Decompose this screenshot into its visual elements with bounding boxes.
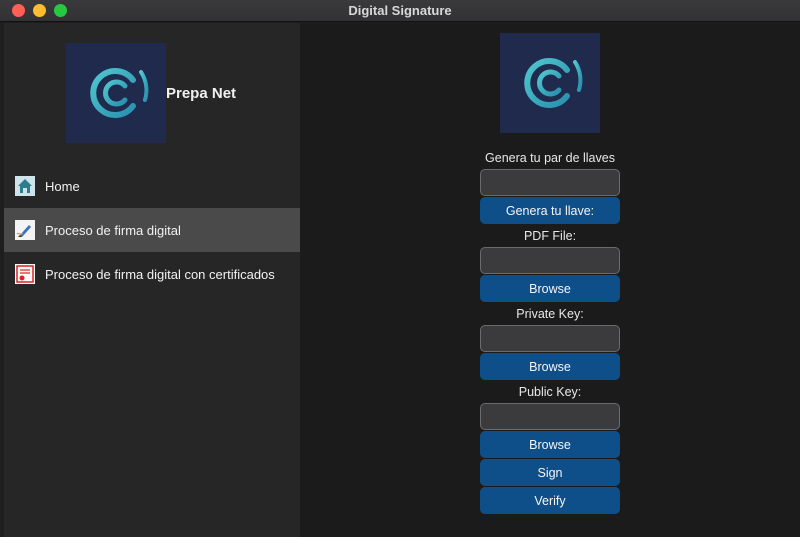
sidebar-item-firma-certificados[interactable]: Proceso de firma digital con certificado… [4,252,300,296]
private-key-input[interactable] [480,325,620,352]
generate-key-button[interactable]: Genera tu llave: [480,197,620,224]
keypair-label: Genera tu par de llaves [485,151,615,165]
brand: Prepa Net [66,43,236,143]
title-bar: Digital Signature [0,0,800,22]
pdf-file-label: PDF File: [523,229,577,243]
c-ring-logo-icon [90,68,149,118]
home-icon [15,176,35,196]
sign-button[interactable]: Sign [480,459,620,486]
private-key-label: Private Key: [516,307,584,321]
private-key-browse-button[interactable]: Browse [480,353,620,380]
sidebar-item-label: Home [45,178,80,194]
public-key-browse-button[interactable]: Browse [480,431,620,458]
window-title: Digital Signature [348,3,452,18]
main-panel: Genera tu par de llaves Genera tu llave:… [300,23,800,537]
sidebar-item-firma-digital[interactable]: Proceso de firma digital [4,208,300,252]
public-key-input[interactable] [480,403,620,430]
sidebar-item-home[interactable]: Home [4,164,300,208]
pen-sign-icon [15,220,35,240]
brand-logo [66,43,166,143]
pdf-browse-button[interactable]: Browse [480,275,620,302]
window-controls [12,4,67,17]
sidebar-item-label: Proceso de firma digital con certificado… [45,266,275,282]
signature-form: Genera tu par de llaves Genera tu llave:… [480,147,620,514]
c-ring-logo-icon [524,58,583,108]
pdf-file-input[interactable] [480,247,620,274]
certificate-icon [15,264,35,284]
main-logo [500,33,600,133]
keypair-input[interactable] [480,169,620,196]
verify-button[interactable]: Verify [480,487,620,514]
close-window-button[interactable] [12,4,25,17]
sidebar-item-label: Proceso de firma digital [45,222,181,238]
sidebar: Prepa Net Home Proceso de firma digital … [4,23,300,537]
maximize-window-button[interactable] [54,4,67,17]
sidebar-nav: Home Proceso de firma digital Proceso de… [4,164,300,296]
public-key-label: Public Key: [518,385,582,399]
brand-name: Prepa Net [166,84,237,102]
minimize-window-button[interactable] [33,4,46,17]
